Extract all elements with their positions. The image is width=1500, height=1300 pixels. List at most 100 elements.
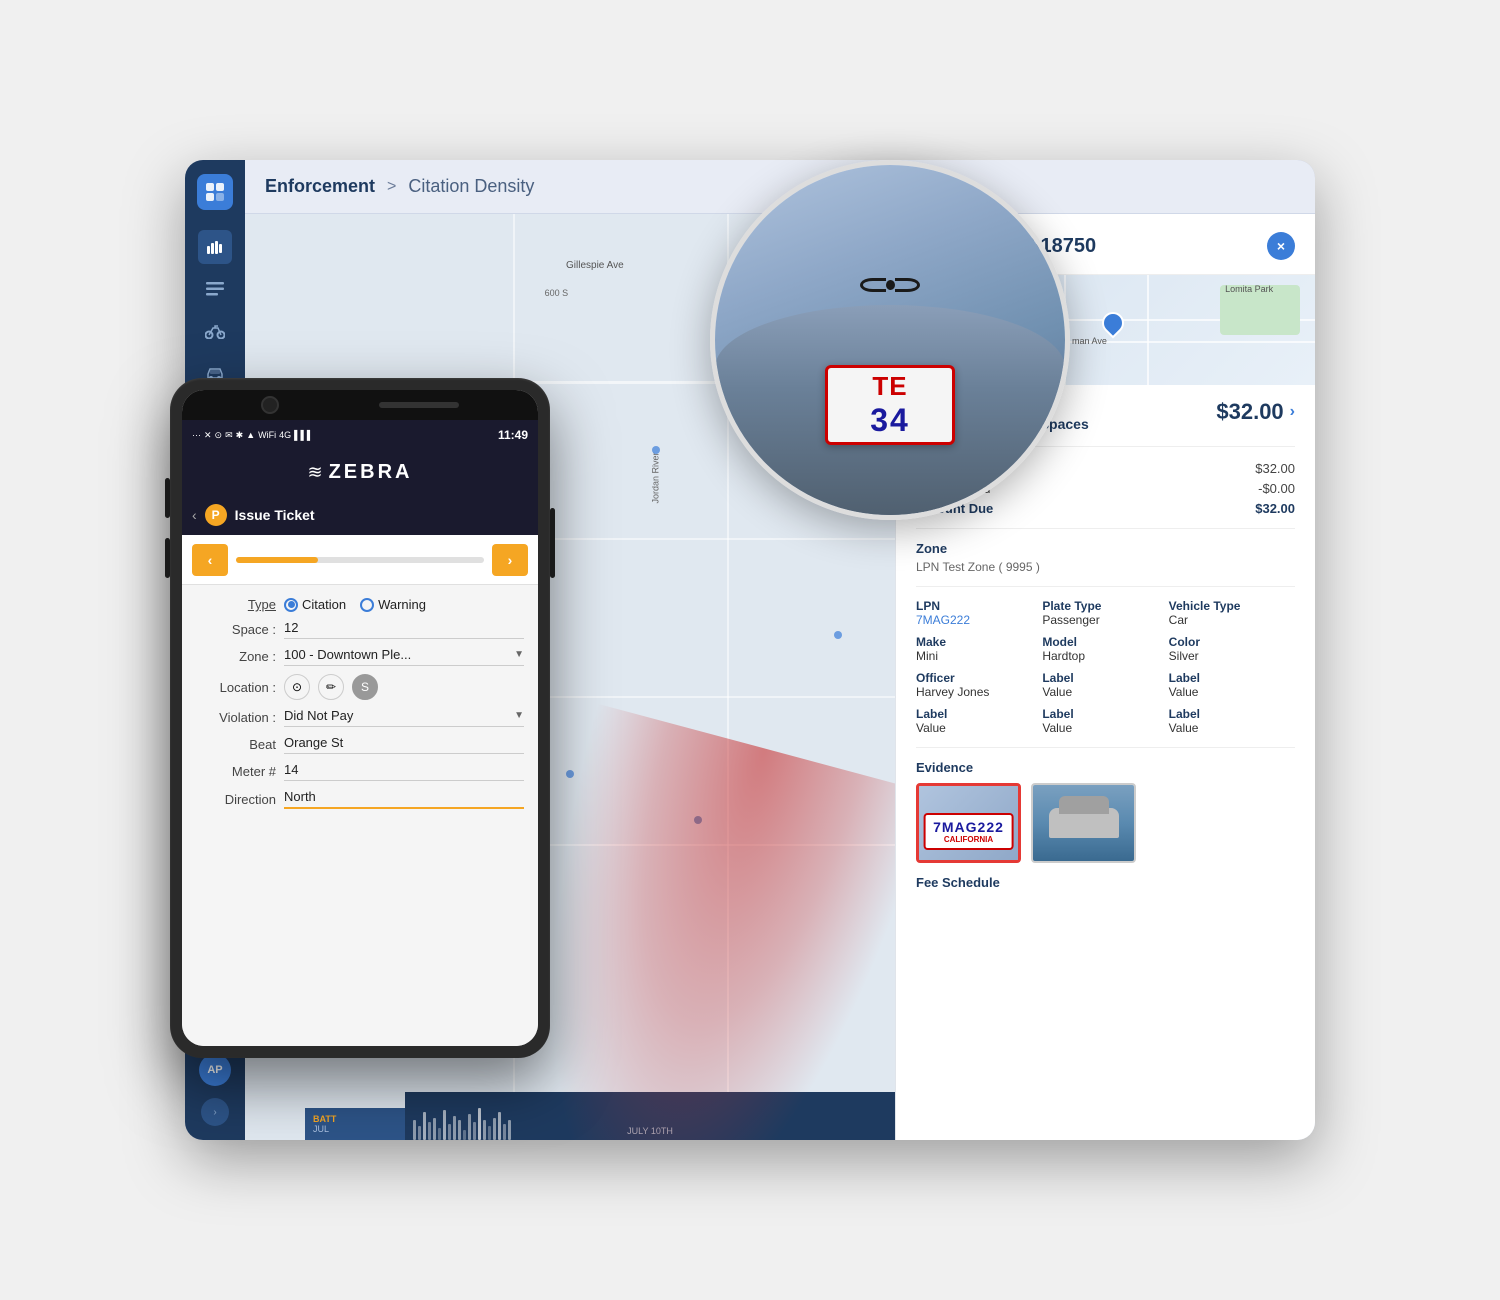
evidence-plate-thumb[interactable]: 7MAG222 CALIFORNIA <box>916 783 1021 863</box>
citation-amount: $32.00 › <box>1216 399 1295 425</box>
meter-input[interactable]: 14 <box>284 762 524 781</box>
space-label: Space : <box>196 622 276 637</box>
phone-btn-vol-up[interactable] <box>165 478 170 518</box>
citation-map-label-park: Lomita Park <box>1225 284 1273 294</box>
amount-due-value: $32.00 <box>1255 501 1295 516</box>
icon-signal: ▲ <box>246 430 255 440</box>
plate-te-text: TE <box>872 371 907 402</box>
plate-type-value: Passenger <box>1042 613 1168 627</box>
violation-input[interactable]: Did Not Pay ▼ <box>284 708 524 727</box>
violation-dropdown-icon[interactable]: ▼ <box>514 710 524 721</box>
breadcrumb-child: Citation Density <box>408 176 534 197</box>
vehicle-type-value: Car <box>1169 613 1295 627</box>
batch-date: JUL <box>313 1124 397 1134</box>
zone-label: Zone : <box>196 649 276 664</box>
sidebar-icon-waveform[interactable] <box>198 230 232 264</box>
violation-value: Did Not Pay <box>284 708 353 723</box>
location-gps-icon[interactable]: ⊙ <box>284 674 310 700</box>
sidebar-avatar[interactable]: AP <box>199 1054 231 1086</box>
form-row-space: Space : 12 <box>196 620 524 639</box>
value1: Value <box>1042 685 1168 699</box>
zone-value: 100 - Downtown Ple... <box>284 647 411 662</box>
lens-overlay: TE 34 <box>710 160 1070 520</box>
nav-progress-fill <box>236 557 318 563</box>
plate-number: 7MAG222 <box>933 819 1004 835</box>
sidebar-icon-list[interactable] <box>198 272 232 306</box>
evidence-row: 7MAG222 CALIFORNIA <box>916 783 1295 863</box>
location-label: Location : <box>196 680 276 695</box>
info-grid: LPN 7MAG222 Plate Type Passenger Vehicle… <box>916 599 1295 735</box>
radio-citation[interactable]: Citation <box>284 597 346 612</box>
phone-btn-power[interactable] <box>550 508 555 578</box>
wing-dot <box>886 280 895 290</box>
phone-time: 11:49 <box>498 428 528 442</box>
lpn-label: LPN <box>916 599 1042 613</box>
direction-input[interactable]: North <box>284 789 524 809</box>
sidebar-expand-btn[interactable]: › <box>201 1098 229 1126</box>
icon-signal-bars: ▌▌▌ <box>294 430 313 440</box>
phone-logo-area: ≋ ZEBRA <box>182 450 538 495</box>
road-label-1: 600 S <box>545 288 569 298</box>
meter-label: Meter # <box>196 764 276 779</box>
phone-device: ··· ✕ ⊙ ✉ ✱ ▲ WiFi 4G ▌▌▌ 11:49 ≋ Z <box>170 378 550 1058</box>
label4: Label <box>1042 707 1168 721</box>
zone-title: Zone <box>916 541 1295 556</box>
next-btn[interactable]: › <box>492 544 528 576</box>
fee-schedule-title: Fee Schedule <box>916 875 1295 890</box>
icon-bluetooth: ✱ <box>236 430 244 441</box>
lens-inner: TE 34 <box>715 165 1065 515</box>
phone-outer: ··· ✕ ⊙ ✉ ✱ ▲ WiFi 4G ▌▌▌ 11:49 ≋ Z <box>170 378 550 1058</box>
radio-citation-circle[interactable] <box>284 598 298 612</box>
zone-dropdown-icon[interactable]: ▼ <box>514 649 524 660</box>
location-icons: ⊙ ✏ S <box>284 674 378 700</box>
icon-menu-dots: ··· <box>192 430 201 440</box>
location-sync-icon[interactable]: S <box>352 674 378 700</box>
form-row-beat: Beat Orange St <box>196 735 524 754</box>
speaker-bar <box>379 402 459 408</box>
wing-right <box>895 278 921 292</box>
phone-status-bar: ··· ✕ ⊙ ✉ ✱ ▲ WiFi 4G ▌▌▌ 11:49 <box>182 420 538 450</box>
zone-value: LPN Test Zone ( 9995 ) <box>916 560 1295 574</box>
beat-input[interactable]: Orange St <box>284 735 524 754</box>
map-dot-3 <box>834 631 842 639</box>
value5: Value <box>1169 721 1295 735</box>
prev-btn[interactable]: ‹ <box>192 544 228 576</box>
warning-radio-label: Warning <box>378 597 426 612</box>
sidebar-logo[interactable] <box>197 174 233 210</box>
form-row-meter: Meter # 14 <box>196 762 524 781</box>
phone-btn-vol-down[interactable] <box>165 538 170 578</box>
amount-value: $32.00 <box>1216 399 1283 425</box>
ticket-back-icon[interactable]: ‹ <box>192 507 197 523</box>
map-dot-1 <box>652 446 660 454</box>
ticket-nav-area: ‹ › <box>182 535 538 585</box>
radio-warning-circle[interactable] <box>360 598 374 612</box>
map-label-gillespie: Gillespie Ave <box>566 260 624 271</box>
radio-group-type: Citation Warning <box>284 597 426 612</box>
map-dot-5 <box>694 816 702 824</box>
color-label: Color <box>1169 635 1295 649</box>
nav-progress-bar <box>236 557 484 563</box>
evidence-car-thumb[interactable] <box>1031 783 1136 863</box>
location-edit-icon[interactable]: ✏ <box>318 674 344 700</box>
icon-4g: 4G <box>279 430 291 440</box>
map-dot-4 <box>566 770 574 778</box>
close-btn[interactable]: × <box>1267 232 1295 260</box>
plate-main-text: 34 <box>870 402 910 439</box>
timeline-label: JULY 10TH <box>627 1126 673 1136</box>
space-input[interactable]: 12 <box>284 620 524 639</box>
radio-warning[interactable]: Warning <box>360 597 426 612</box>
divider-3 <box>916 747 1295 748</box>
sidebar-icon-bike[interactable] <box>198 314 232 348</box>
form-row-type: Type Citation Warning <box>196 597 524 612</box>
road-label-jordan: Jordan River <box>651 453 661 504</box>
breadcrumb-parent[interactable]: Enforcement <box>265 176 375 197</box>
icon-location-status: ⊙ <box>215 430 223 441</box>
ticket-screen: ‹ P Issue Ticket ‹ › <box>182 495 538 1046</box>
zone-input[interactable]: 100 - Downtown Ple... ▼ <box>284 647 524 666</box>
icon-wifi: WiFi <box>258 430 276 440</box>
citation-radio-label: Citation <box>302 597 346 612</box>
value4: Value <box>1042 721 1168 735</box>
beat-label: Beat <box>196 737 276 752</box>
ticket-header: ‹ P Issue Ticket <box>182 495 538 535</box>
direction-label: Direction <box>196 792 276 807</box>
